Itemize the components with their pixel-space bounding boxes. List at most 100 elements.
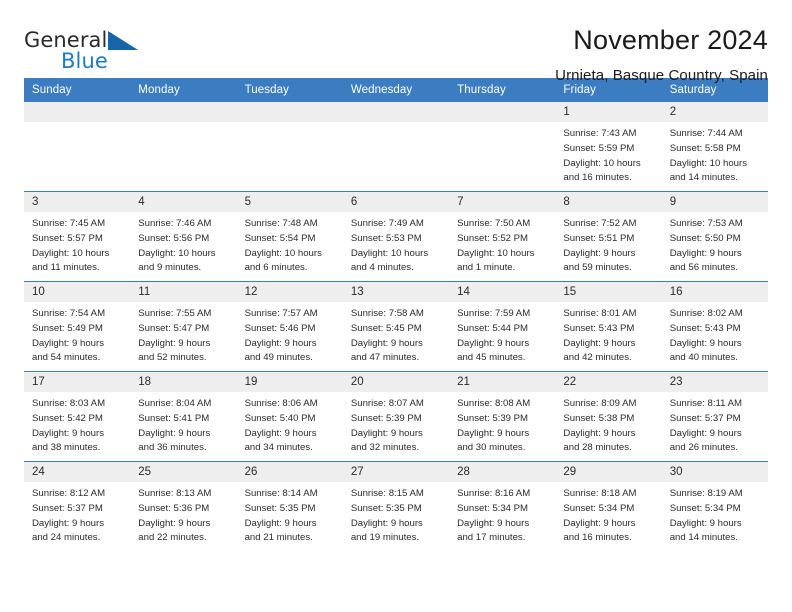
day-details: Sunrise: 8:04 AM Sunset: 5:41 PM Daylight:… — [130, 392, 236, 456]
daylight-duration-line2: and 38 minutes. — [32, 442, 101, 454]
sunset-time: Sunset: 5:59 PM — [563, 142, 635, 154]
calendar-page: General Blue November 2024 Urnieta, Basq… — [0, 0, 792, 612]
calendar-day-cell[interactable]: 22 Sunrise: 8:09 AM Sunset: 5:38 PM Dayligh… — [555, 371, 662, 462]
day-number: 2 — [661, 102, 768, 122]
day-number: 15 — [555, 282, 662, 302]
day-number: 12 — [236, 282, 343, 302]
sunrise-time: Sunrise: 8:08 AM — [457, 398, 531, 409]
sunset-time: Sunset: 5:39 PM — [457, 412, 529, 424]
calendar-day-cell[interactable]: 2 Sunrise: 7:44 AM Sunset: 5:58 PM Daylight… — [661, 102, 768, 192]
calendar-week-row: 24 Sunrise: 8:12 AM Sunset: 5:37 PM Dayligh… — [24, 461, 768, 551]
page-subtitle: Urnieta, Basque Country, Spain — [555, 66, 768, 84]
sunset-time: Sunset: 5:38 PM — [563, 412, 635, 424]
calendar-day-cell[interactable]: 4 Sunrise: 7:46 AM Sunset: 5:56 PM Daylight… — [130, 191, 237, 282]
calendar-day-cell[interactable]: 1 Sunrise: 7:43 AM Sunset: 5:59 PM Daylight… — [555, 102, 662, 192]
sunrise-time: Sunrise: 8:16 AM — [457, 488, 531, 499]
calendar-day-cell[interactable]: 19 Sunrise: 8:06 AM Sunset: 5:40 PM Dayligh… — [236, 371, 343, 462]
sunrise-time: Sunrise: 8:12 AM — [32, 488, 106, 499]
sunrise-time: Sunrise: 8:14 AM — [244, 488, 318, 499]
sunrise-time: Sunrise: 7:43 AM — [563, 128, 637, 139]
sunset-time: Sunset: 5:45 PM — [350, 322, 422, 334]
calendar-day-cell[interactable]: 10 Sunrise: 7:54 AM Sunset: 5:49 PM Dayligh… — [24, 281, 131, 372]
daylight-duration-line1: Daylight: 9 hours — [32, 427, 104, 439]
day-number: 17 — [24, 372, 131, 392]
daylight-duration-line1: Daylight: 9 hours — [244, 517, 317, 529]
sunrise-time: Sunrise: 7:55 AM — [138, 308, 212, 319]
sunrise-time: Sunrise: 7:59 AM — [457, 308, 531, 319]
calendar-day-cell-empty — [236, 102, 343, 192]
daylight-duration-line1: Daylight: 9 hours — [669, 517, 742, 529]
daylight-duration-line2: and 56 minutes. — [669, 262, 738, 274]
calendar-day-cell[interactable]: 29 Sunrise: 8:18 AM Sunset: 5:34 PM Dayligh… — [555, 461, 662, 551]
calendar-day-cell[interactable]: 23 Sunrise: 8:11 AM Sunset: 5:37 PM Dayligh… — [661, 371, 768, 462]
weekday-header-sunday: Sunday — [24, 78, 131, 102]
calendar-day-cell[interactable]: 17 Sunrise: 8:03 AM Sunset: 5:42 PM Dayligh… — [24, 371, 131, 462]
calendar-day-cell[interactable]: 11 Sunrise: 7:55 AM Sunset: 5:47 PM Dayligh… — [130, 281, 237, 372]
sunset-time: Sunset: 5:47 PM — [138, 322, 210, 334]
sunset-time: Sunset: 5:44 PM — [457, 322, 529, 334]
general-blue-logo[interactable]: General Blue — [24, 26, 144, 78]
sunrise-time: Sunrise: 7:45 AM — [32, 218, 106, 229]
calendar-day-cell[interactable]: 16 Sunrise: 8:02 AM Sunset: 5:43 PM Dayligh… — [661, 281, 768, 372]
day-details: Sunrise: 7:50 AM Sunset: 5:52 PM Daylight:… — [449, 212, 555, 276]
daylight-duration-line2: and 30 minutes. — [457, 442, 526, 454]
calendar-day-cell[interactable]: 18 Sunrise: 8:04 AM Sunset: 5:41 PM Dayligh… — [130, 371, 237, 462]
day-details: Sunrise: 7:44 AM Sunset: 5:58 PM Daylight:… — [662, 122, 768, 186]
daylight-duration-line2: and 32 minutes. — [350, 442, 420, 454]
calendar-day-cell[interactable]: 5 Sunrise: 7:48 AM Sunset: 5:54 PM Daylight… — [236, 191, 343, 282]
day-details: Sunrise: 8:15 AM Sunset: 5:35 PM Daylight:… — [343, 482, 449, 546]
daylight-duration-line2: and 24 minutes. — [32, 532, 101, 544]
daylight-duration-line1: Daylight: 9 hours — [563, 247, 636, 259]
calendar-day-cell-empty — [342, 102, 450, 192]
day-details: Sunrise: 8:11 AM Sunset: 5:37 PM Daylight:… — [662, 392, 768, 456]
sunrise-time: Sunrise: 7:49 AM — [350, 218, 424, 229]
calendar-day-cell[interactable]: 24 Sunrise: 8:12 AM Sunset: 5:37 PM Dayligh… — [24, 461, 131, 551]
sunrise-time: Sunrise: 8:04 AM — [138, 398, 212, 409]
day-number: 21 — [449, 372, 556, 392]
calendar-day-cell[interactable]: 7 Sunrise: 7:50 AM Sunset: 5:52 PM Daylight… — [449, 191, 556, 282]
calendar-day-cell[interactable]: 8 Sunrise: 7:52 AM Sunset: 5:51 PM Daylight… — [555, 191, 662, 282]
calendar-day-cell[interactable]: 15 Sunrise: 8:01 AM Sunset: 5:43 PM Dayligh… — [555, 281, 662, 372]
day-details: Sunrise: 7:48 AM Sunset: 5:54 PM Daylight:… — [237, 212, 343, 276]
day-number: 25 — [130, 462, 237, 482]
calendar-day-cell[interactable]: 13 Sunrise: 7:58 AM Sunset: 5:45 PM Dayligh… — [342, 281, 450, 372]
day-details: Sunrise: 7:46 AM Sunset: 5:56 PM Daylight:… — [130, 212, 236, 276]
calendar-day-cell-empty — [130, 102, 237, 192]
sunrise-time: Sunrise: 8:18 AM — [563, 488, 637, 499]
daylight-duration-line2: and 1 minute. — [457, 262, 516, 274]
sunrise-time: Sunrise: 7:44 AM — [669, 128, 743, 139]
calendar-day-cell[interactable]: 14 Sunrise: 7:59 AM Sunset: 5:44 PM Dayligh… — [449, 281, 556, 372]
calendar-day-cell[interactable]: 21 Sunrise: 8:08 AM Sunset: 5:39 PM Dayligh… — [449, 371, 556, 462]
day-number — [24, 102, 131, 122]
day-number — [130, 102, 237, 122]
calendar-day-cell[interactable]: 30 Sunrise: 8:19 AM Sunset: 5:34 PM Dayligh… — [661, 461, 768, 551]
day-number: 20 — [342, 372, 450, 392]
sunrise-time: Sunrise: 7:54 AM — [32, 308, 106, 319]
sunrise-time: Sunrise: 8:15 AM — [350, 488, 424, 499]
sunrise-time: Sunrise: 7:48 AM — [244, 218, 318, 229]
calendar-day-cell[interactable]: 3 Sunrise: 7:45 AM Sunset: 5:57 PM Daylight… — [24, 191, 131, 282]
calendar-day-cell[interactable]: 12 Sunrise: 7:57 AM Sunset: 5:46 PM Dayligh… — [236, 281, 343, 372]
sunrise-time: Sunrise: 7:52 AM — [563, 218, 637, 229]
daylight-duration-line1: Daylight: 9 hours — [669, 247, 742, 259]
sunset-time: Sunset: 5:43 PM — [669, 322, 741, 334]
sunrise-time: Sunrise: 7:50 AM — [457, 218, 531, 229]
calendar-day-cell[interactable]: 26 Sunrise: 8:14 AM Sunset: 5:35 PM Dayligh… — [236, 461, 343, 551]
calendar-day-cell[interactable]: 6 Sunrise: 7:49 AM Sunset: 5:53 PM Daylight… — [342, 191, 450, 282]
calendar-day-cell[interactable]: 20 Sunrise: 8:07 AM Sunset: 5:39 PM Dayligh… — [342, 371, 450, 462]
page-title: November 2024 — [573, 25, 768, 55]
calendar-day-cell[interactable]: 25 Sunrise: 8:13 AM Sunset: 5:36 PM Dayligh… — [130, 461, 237, 551]
calendar-day-cell[interactable]: 9 Sunrise: 7:53 AM Sunset: 5:50 PM Daylight… — [661, 191, 768, 282]
sunset-time: Sunset: 5:35 PM — [244, 502, 316, 514]
day-number: 14 — [449, 282, 556, 302]
triangle-icon — [108, 31, 138, 50]
daylight-duration-line1: Daylight: 9 hours — [32, 337, 104, 349]
calendar-day-cell[interactable]: 28 Sunrise: 8:16 AM Sunset: 5:34 PM Dayligh… — [449, 461, 556, 551]
daylight-duration-line2: and 11 minutes. — [32, 262, 100, 274]
calendar-day-cell[interactable]: 27 Sunrise: 8:15 AM Sunset: 5:35 PM Dayligh… — [342, 461, 450, 551]
daylight-duration-line2: and 6 minutes. — [244, 262, 308, 274]
day-number: 19 — [236, 372, 343, 392]
sunset-time: Sunset: 5:54 PM — [244, 232, 316, 244]
daylight-duration-line1: Daylight: 9 hours — [669, 337, 742, 349]
day-number: 28 — [449, 462, 556, 482]
